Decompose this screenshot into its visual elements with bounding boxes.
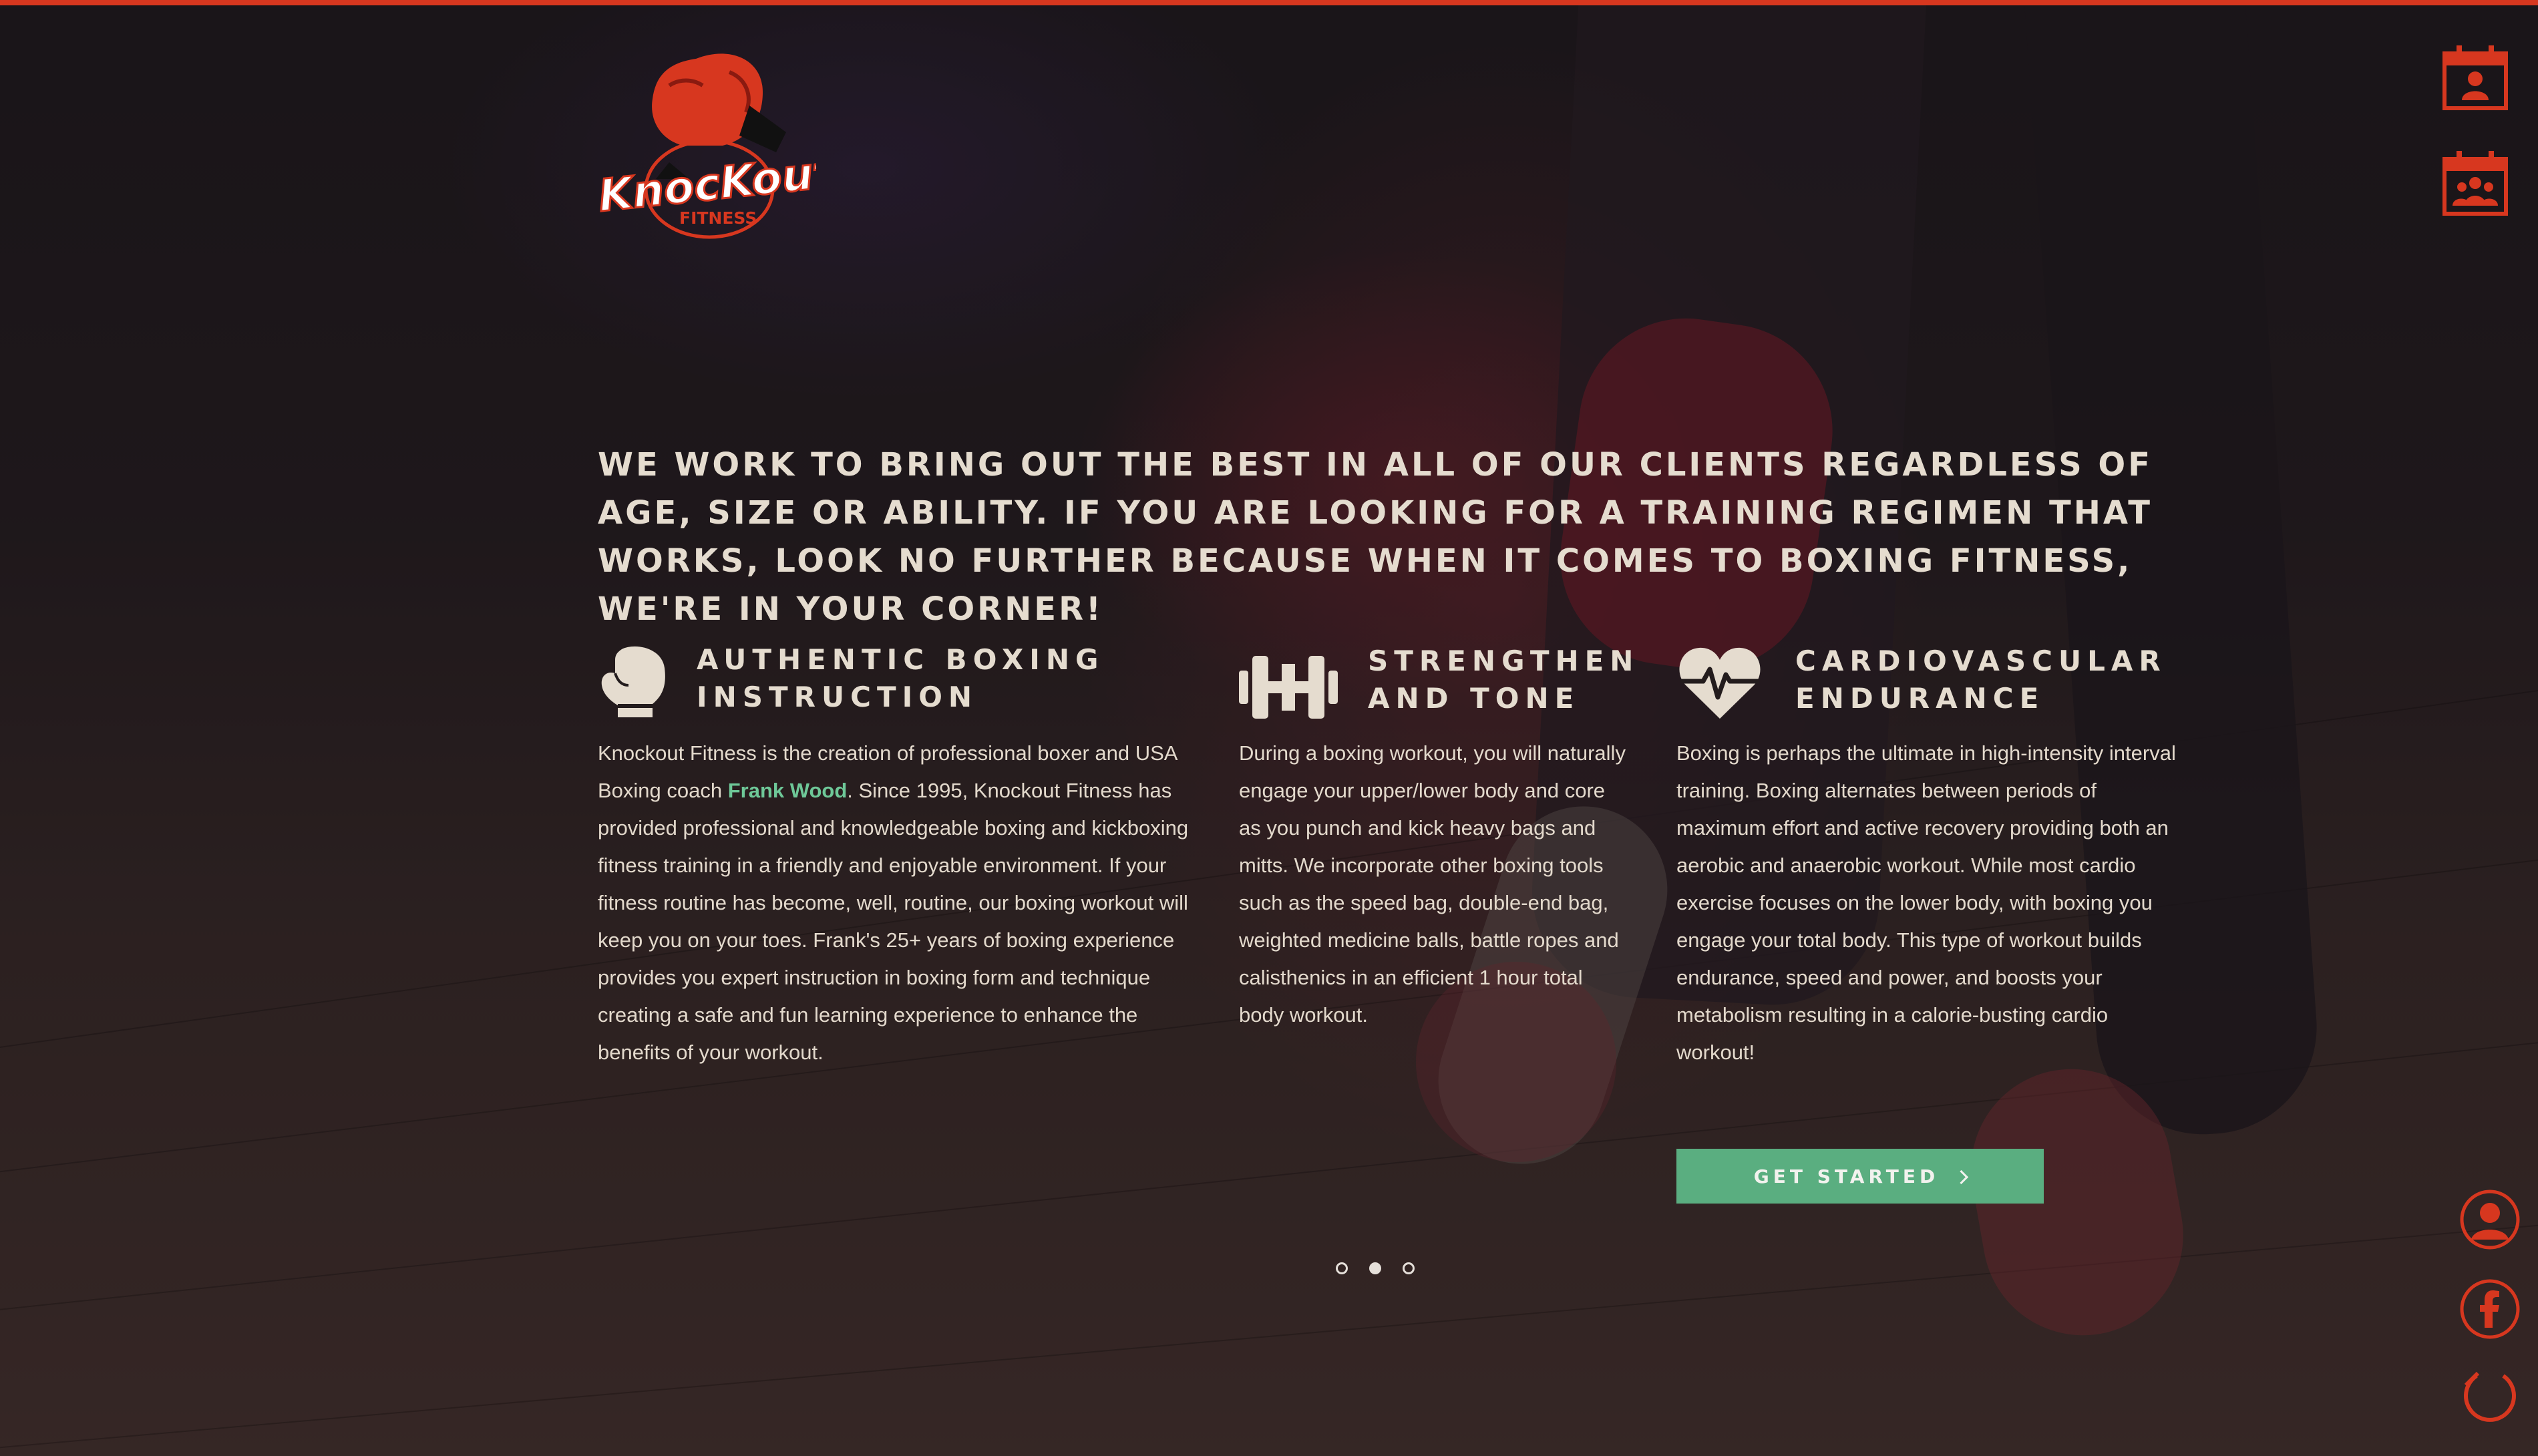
get-started-button[interactable]: GET STARTED [1676,1149,2044,1204]
logo-subtitle: FITNESS [679,208,757,228]
feature-title: Authentic Boxing Instruction [697,643,1105,713]
feature-body: Boxing is perhaps the ultimate in high-i… [1676,741,2176,1064]
frank-wood-link[interactable]: Frank Wood [728,779,848,802]
slider-pagination [1336,1262,1423,1278]
top-accent-bar [0,0,2538,5]
calendar-person-icon[interactable] [2442,44,2509,111]
feature-title: Strengthen and Tone [1368,645,1640,715]
get-started-label: GET STARTED [1753,1165,1940,1188]
heartbeat-icon [1679,647,1761,719]
power-icon[interactable] [2459,1365,2521,1427]
knockout-fitness-logo[interactable]: KnocKout FITNESS [596,45,816,246]
slider-dot[interactable] [1369,1262,1381,1274]
hero-section: KnocKout FITNESS We work to bring [0,0,2538,1456]
chevron-right-icon [1954,1169,1969,1184]
user-circle-icon[interactable] [2459,1189,2521,1250]
feature-body-text: . Since 1995, Knockout Fitness has provi… [598,779,1189,1064]
dumbbell-icon [1239,656,1338,719]
calendar-group-icon[interactable] [2442,150,2509,216]
feature-title: Cardiovascular Endurance [1795,645,2167,715]
facebook-icon[interactable] [2459,1278,2521,1340]
slider-dot[interactable] [1403,1262,1415,1274]
slider-dot[interactable] [1336,1262,1348,1274]
dark-overlay [0,0,2538,1456]
feature-body: During a boxing workout, you will natura… [1239,741,1626,1027]
feature-body: Knockout Fitness is the creation of prof… [598,735,1199,1071]
boxing-glove-icon [601,646,665,717]
hero-headline: We work to bring out the best in all of … [598,446,2153,628]
